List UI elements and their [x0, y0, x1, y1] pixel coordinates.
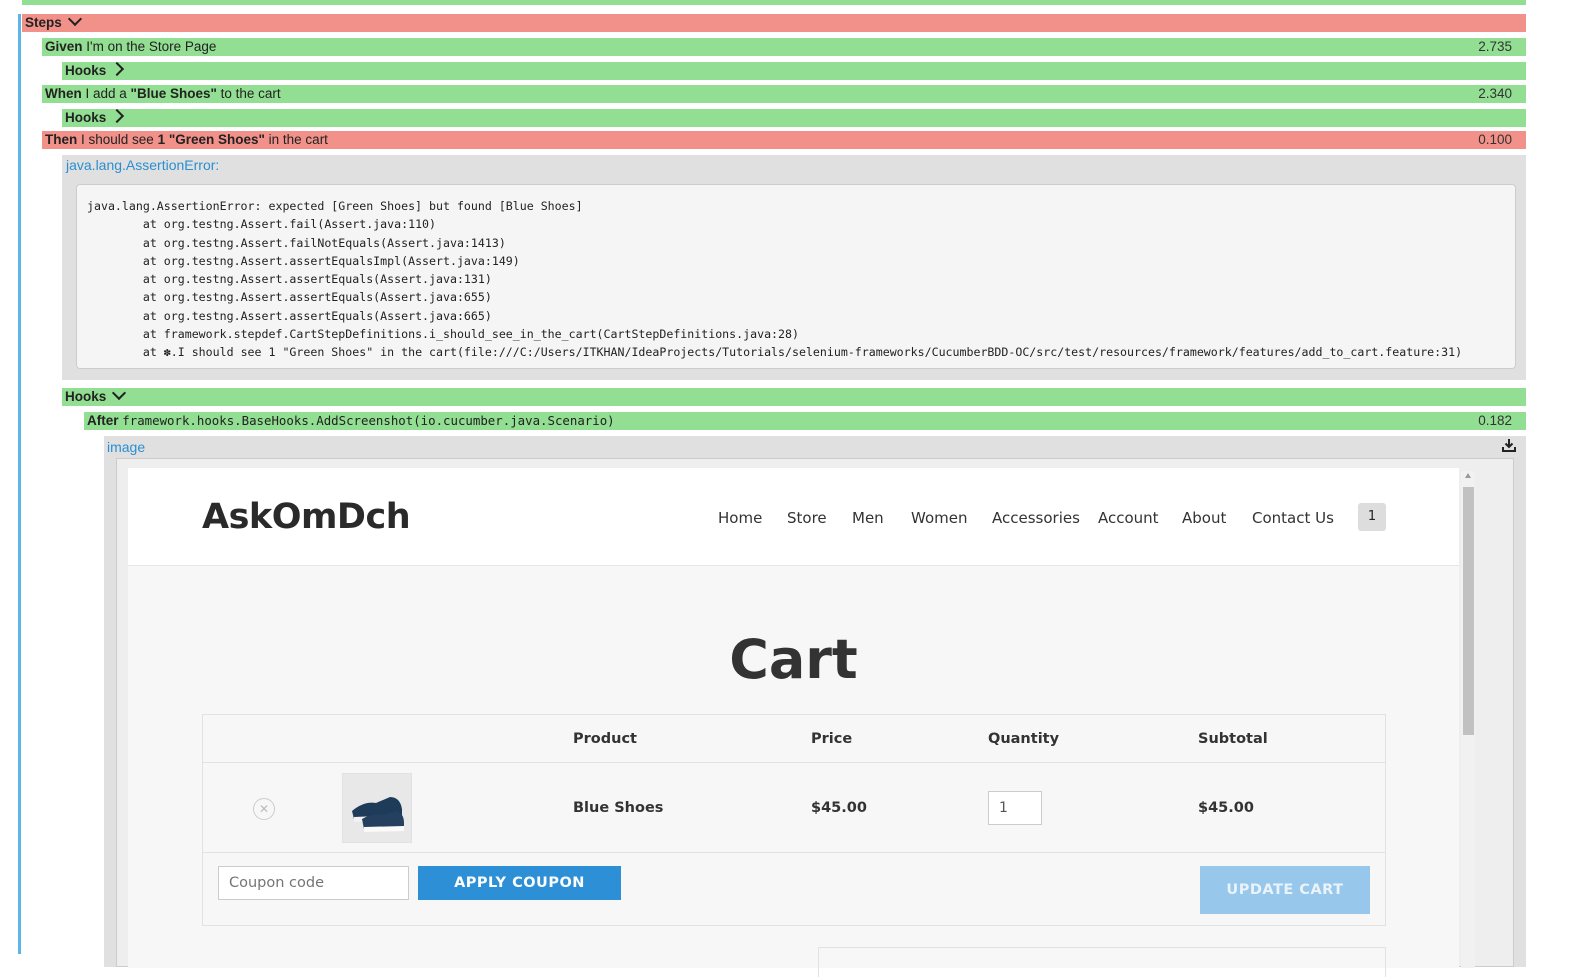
cart-totals-box	[818, 947, 1386, 977]
nav-home[interactable]: Home	[718, 509, 762, 527]
table-header: Product Price Quantity Subtotal	[203, 715, 1385, 763]
hooks-toggle[interactable]: Hooks	[62, 61, 1526, 80]
stacktrace: java.lang.AssertionError: expected [Gree…	[87, 199, 1463, 360]
steps-label: Steps	[25, 15, 62, 30]
steps-header[interactable]: Steps	[22, 11, 1526, 32]
step-duration: 0.100	[1478, 132, 1512, 147]
hooks-label: Hooks	[65, 389, 107, 404]
step-given[interactable]: Given I'm on the Store Page 2.735	[42, 38, 1526, 56]
step-argument: 1 "Green Shoes"	[157, 132, 265, 147]
nav-contact-us[interactable]: Contact Us	[1252, 509, 1334, 527]
download-icon[interactable]	[1502, 438, 1516, 452]
col-subtotal: Subtotal	[1198, 731, 1268, 747]
quantity-input[interactable]	[988, 791, 1042, 825]
step-argument: "Blue Shoes"	[130, 86, 217, 101]
step-text: I'm on the Store Page	[82, 39, 217, 54]
stacktrace-box: java.lang.AssertionError: expected [Gree…	[76, 184, 1516, 369]
hooks-toggle[interactable]: Hooks	[62, 108, 1526, 127]
screenshot-image: AskOmDch Home Store Men Women Accessorie…	[116, 458, 1514, 977]
step-duration: 2.340	[1478, 86, 1512, 101]
chevron-down-icon	[67, 11, 82, 27]
step-duration: 2.735	[1478, 39, 1512, 54]
step-text: to the cart	[216, 86, 281, 101]
step-when[interactable]: When I add a "Blue Shoes" to the cart 2.…	[42, 85, 1526, 103]
col-product: Product	[573, 731, 637, 747]
product-subtotal: $45.00	[1198, 800, 1254, 816]
step-keyword: Then	[45, 132, 78, 147]
hooks-label: Hooks	[65, 63, 107, 78]
update-cart-button[interactable]: UPDATE CART	[1200, 866, 1370, 914]
chevron-right-icon	[110, 108, 125, 124]
step-text: I should see	[77, 132, 158, 147]
error-panel: java.lang.AssertionError: java.lang.Asse…	[62, 155, 1526, 380]
chevron-down-icon	[112, 385, 127, 401]
hook-after[interactable]: After framework.hooks.BaseHooks.AddScree…	[84, 412, 1526, 430]
chevron-right-icon	[110, 61, 125, 77]
product-price: $45.00	[811, 800, 867, 816]
page-title: Cart	[729, 628, 858, 691]
embed-panel: image AskOmDch Home Store Men Women Acce…	[104, 436, 1526, 977]
cart-table: Product Price Quantity Subtotal ✕ Blue S…	[202, 714, 1386, 926]
hook-keyword: After	[87, 413, 119, 428]
cart-count-badge[interactable]: 1	[1358, 503, 1386, 531]
nav-men[interactable]: Men	[852, 509, 884, 527]
nav-about[interactable]: About	[1182, 509, 1226, 527]
error-link[interactable]: java.lang.AssertionError:	[66, 157, 219, 173]
remove-item-button[interactable]: ✕	[253, 798, 275, 820]
col-price: Price	[811, 731, 853, 747]
apply-coupon-button[interactable]: APPLY COUPON	[418, 866, 621, 900]
image-link[interactable]: image	[107, 439, 145, 455]
step-text: I add a	[81, 86, 131, 101]
top-bar	[22, 0, 1526, 5]
step-then[interactable]: Then I should see 1 "Green Shoes" in the…	[42, 131, 1526, 149]
nav-women[interactable]: Women	[911, 509, 967, 527]
screenshot-page: AskOmDch Home Store Men Women Accessorie…	[128, 468, 1459, 977]
hooks-label: Hooks	[65, 110, 107, 125]
hook-method: framework.hooks.BaseHooks.AddScreenshot(…	[122, 413, 615, 428]
scroll-up-arrow[interactable]	[1465, 473, 1471, 478]
hook-duration: 0.182	[1478, 413, 1512, 428]
product-name[interactable]: Blue Shoes	[573, 800, 663, 816]
nav-store[interactable]: Store	[787, 509, 827, 527]
main-nav: Home Store Men Women Accessories Account…	[128, 509, 1459, 529]
step-text: in the cart	[264, 132, 328, 147]
nav-account[interactable]: Account	[1098, 509, 1159, 527]
table-row: ✕ Blue Shoes $45.00 $45.00	[203, 763, 1385, 853]
left-border	[18, 14, 21, 954]
product-thumbnail[interactable]	[342, 773, 412, 843]
hooks-toggle[interactable]: Hooks	[62, 385, 1526, 406]
scrollbar-thumb[interactable]	[1463, 487, 1474, 735]
col-quantity: Quantity	[988, 731, 1060, 747]
step-keyword: Given	[45, 39, 83, 54]
nav-accessories[interactable]: Accessories	[992, 509, 1080, 527]
screenshot-scrollbar[interactable]	[1461, 471, 1475, 968]
coupon-code-input[interactable]	[218, 866, 409, 900]
step-keyword: When	[45, 86, 82, 101]
site-header: AskOmDch Home Store Men Women Accessorie…	[128, 468, 1459, 566]
